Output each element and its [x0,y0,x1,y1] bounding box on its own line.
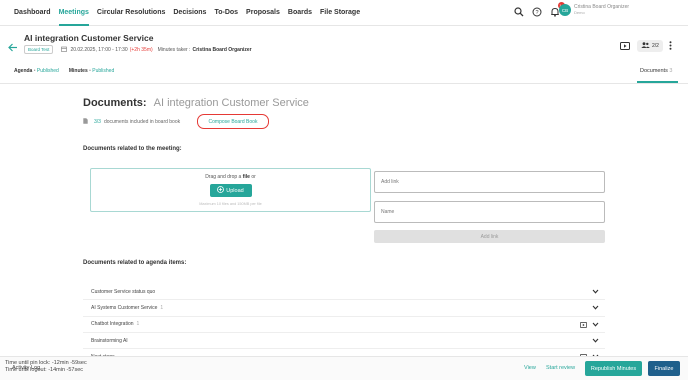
minutes-taker-label: Minutes taker : [157,46,191,53]
more-vertical-icon[interactable] [669,37,672,55]
chevron-down-icon[interactable] [592,322,599,329]
header-actions: 2/2 [620,37,672,55]
upload-icon [217,186,225,195]
file-drop-zone[interactable]: Drag and drop a file or Upload Maximum 1… [90,168,371,212]
link-name-input[interactable]: Name [374,201,605,223]
user-menu[interactable]: CB Cristina Board Organizer Demo [559,4,629,16]
view-link[interactable]: View [524,365,536,371]
nav-boards[interactable]: Boards [284,0,316,26]
document-icon [83,118,88,126]
presentation-icon[interactable] [580,321,587,330]
agenda-status: Published [36,68,59,74]
nav-decisions[interactable]: Decisions [169,0,210,26]
activity-log-link[interactable]: Activity Log [12,365,40,371]
tab-minutes[interactable]: Minutes • Published [69,68,114,74]
agenda-item-label: AI Systems Customer Service [91,304,158,311]
included-text: documents included in board book [103,119,181,125]
presentation-icon[interactable] [620,37,630,55]
chevron-down-icon[interactable] [592,305,599,312]
drop-instructions: Drag and drop a file or [91,174,370,180]
agenda-item-label: Chatbot Integration [91,321,134,328]
people-icon [641,42,650,50]
agenda-items-list: Customer Service status quo AI Systems C… [83,284,605,366]
nav-proposals[interactable]: Proposals [242,0,284,26]
board-book-summary: 3/3 documents included in board book [83,118,180,126]
upload-hint: Maximum 10 files and 150MB per file [199,202,262,206]
main-menu: Dashboard Meetings Circular Resolutions … [10,0,364,26]
drop-text-prefix: Drag and drop a [205,174,242,180]
documents-meeting-name: AI integration Customer Service [153,97,309,109]
nav-meetings[interactable]: Meetings [55,0,93,26]
agenda-label: Agenda [14,68,33,74]
status-tabs: Agenda • Published Minutes • Published [14,68,124,74]
agenda-item[interactable]: Chatbot Integration 1 [83,317,605,333]
add-link-button[interactable]: Add link [374,230,605,243]
drop-text-file: file [242,174,250,180]
nav-dashboard[interactable]: Dashboard [10,0,55,26]
documents-tab-count: 3 [669,68,673,74]
chevron-down-icon[interactable] [592,289,599,296]
agenda-item[interactable]: AI Systems Customer Service 1 [83,300,605,317]
chevron-down-icon[interactable] [592,338,599,345]
svg-text:?: ? [535,10,538,16]
meeting-meta: Board Test 20.02.2025, 17:00 - 17:30 (+2… [24,45,252,54]
agenda-item-label: Brainstorming AI [91,337,128,344]
minutes-status: Published [92,68,115,74]
tab-documents[interactable]: Documents 3 [640,68,672,74]
documents-heading: Documents: [83,97,147,109]
divider [0,83,688,84]
late-indicator: (+2h 35m) [129,46,153,53]
participants-button[interactable]: 2/2 [637,40,663,52]
calendar-icon [61,46,68,54]
nav-file-storage[interactable]: File Storage [316,0,364,26]
meeting-title: AI integration Customer Service [24,33,154,43]
compose-board-book-button[interactable]: Compose Board Book [197,114,269,129]
board-tag[interactable]: Board Test [24,45,54,54]
add-link-input[interactable]: Add link [374,171,605,193]
participants-count: 2/2 [652,43,659,49]
agenda-item[interactable]: Brainstorming AI [83,333,605,350]
upload-label: Upload [226,187,244,194]
user-info: Cristina Board Organizer Demo [574,4,629,16]
search-icon[interactable] [513,6,525,18]
start-review-link[interactable]: Start review [546,365,575,371]
agenda-item-count: 1 [136,321,140,328]
finalize-button[interactable]: Finalize [648,361,680,376]
back-arrow-icon[interactable] [8,39,18,57]
nav-circular-resolutions[interactable]: Circular Resolutions [93,0,169,26]
agenda-item[interactable]: Customer Service status quo [83,284,605,301]
nav-todos[interactable]: To-Dos [210,0,242,26]
top-navigation: Dashboard Meetings Circular Resolutions … [0,0,688,26]
help-icon[interactable]: ? [531,6,543,18]
agenda-documents-heading: Documents related to agenda items: [83,260,187,266]
included-count: 3/3 [94,119,101,125]
page-title: Documents: AI integration Customer Servi… [83,97,309,109]
user-role: Demo [574,10,585,15]
agenda-item-label: Customer Service status quo [91,288,156,295]
meeting-documents-heading: Documents related to the meeting: [83,146,182,152]
minutes-label: Minutes [68,68,88,74]
republish-minutes-button[interactable]: Republish Minutes [585,361,642,376]
drop-text-suffix: or [251,174,256,180]
tab-agenda[interactable]: Agenda • Published [14,68,59,74]
upload-button[interactable]: Upload [209,184,252,197]
agenda-item-count: 1 [160,304,164,311]
avatar: CB [559,4,571,16]
documents-tab-label: Documents [640,68,668,74]
meeting-datetime: 20.02.2025, 17:00 - 17:30 [70,46,128,53]
minutes-taker-name: Cristina Board Organizer [192,46,252,53]
